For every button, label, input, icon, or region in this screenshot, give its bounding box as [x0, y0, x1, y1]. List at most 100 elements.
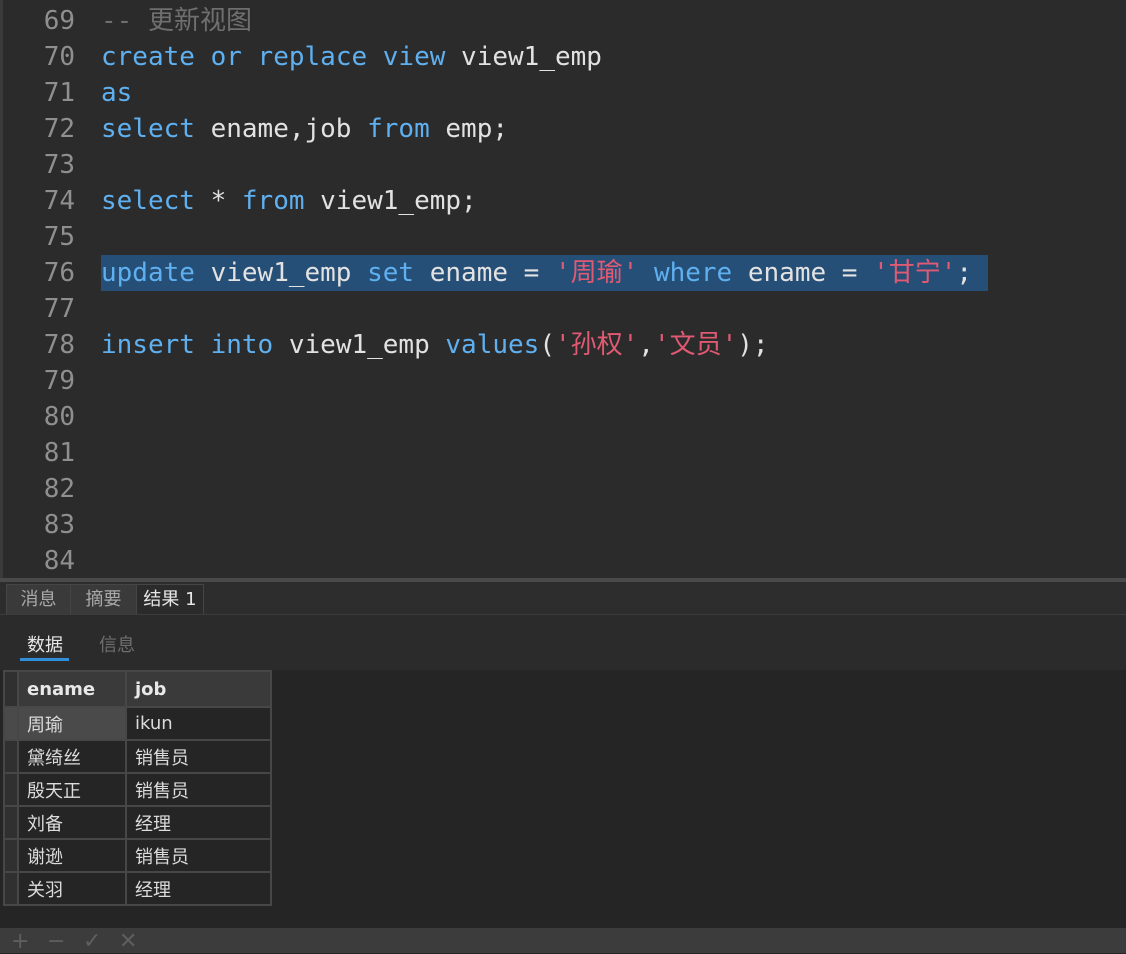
sql-editor[interactable]: 69 -- 更新视图 70 create or replace view view1_… — [0, 0, 1126, 578]
line-number: 70 — [43, 42, 75, 72]
row-header[interactable] — [3, 706, 19, 741]
cell-job[interactable]: 经理 — [125, 805, 272, 840]
row-header[interactable] — [3, 871, 19, 906]
code-text: insert into view1_emp values('孙权','文员'); — [101, 327, 769, 363]
line-number: 80 — [43, 402, 75, 432]
sql-keyword: as — [101, 78, 133, 108]
cell-job[interactable]: 经理 — [125, 871, 272, 906]
apply-changes-button[interactable]: ✓ — [83, 930, 101, 954]
tab-messages[interactable]: 消息 — [6, 584, 71, 614]
code-text: create or replace view view1_emp — [101, 39, 602, 75]
sql-keyword: where — [653, 258, 733, 288]
line-number: 69 — [43, 6, 75, 36]
code-line[interactable]: 73 — [3, 147, 1126, 183]
sql-keyword: or — [210, 42, 242, 72]
cell-ename[interactable]: 殷天正 — [17, 772, 127, 807]
cell-ename[interactable]: 关羽 — [17, 871, 127, 906]
line-number: 75 — [43, 222, 75, 252]
sql-keyword: select — [101, 114, 195, 144]
sql-token: , — [638, 330, 654, 360]
table-row[interactable]: 刘备 经理 — [3, 805, 272, 840]
code-line[interactable]: 77 — [3, 291, 1126, 327]
line-number: 81 — [43, 438, 75, 468]
code-line[interactable]: 72 select ename,job from emp; — [3, 111, 1126, 147]
code-line[interactable]: 80 — [3, 399, 1126, 435]
code-line[interactable]: 69 -- 更新视图 — [3, 3, 1126, 39]
result-subtabbar: 数据 信息 — [0, 615, 1126, 670]
code-line[interactable]: 81 — [3, 435, 1126, 471]
table-row[interactable]: 谢逊 销售员 — [3, 838, 272, 873]
row-header[interactable] — [3, 772, 19, 807]
sql-string: '孙权' — [554, 330, 639, 360]
sql-keyword: create — [101, 42, 195, 72]
sql-keyword: set — [367, 258, 415, 288]
table-row[interactable]: 关羽 经理 — [3, 871, 272, 906]
sql-token: ); — [737, 330, 769, 360]
cell-ename[interactable]: 谢逊 — [17, 838, 127, 873]
cell-job[interactable]: 销售员 — [125, 739, 272, 774]
subtab-info[interactable]: 信息 — [99, 631, 135, 657]
cell-job[interactable]: 销售员 — [125, 772, 272, 807]
tab-summary[interactable]: 摘要 — [70, 584, 137, 614]
sql-keyword: into — [210, 330, 274, 360]
column-header-ename[interactable]: ename — [17, 670, 127, 708]
sql-string: '文员' — [653, 330, 738, 360]
row-header[interactable] — [3, 739, 19, 774]
add-record-button[interactable]: + — [11, 930, 29, 954]
row-header[interactable] — [3, 805, 19, 840]
cell-ename[interactable]: 黛绮丝 — [17, 739, 127, 774]
delete-record-button[interactable]: − — [47, 930, 65, 954]
table-row[interactable]: 黛绮丝 销售员 — [3, 739, 272, 774]
code-line[interactable]: 78 insert into view1_emp values('孙权','文员'… — [3, 327, 1126, 363]
sql-token: view1_emp — [273, 330, 446, 360]
code-line[interactable]: 84 — [3, 543, 1126, 578]
code-line[interactable]: 75 — [3, 219, 1126, 255]
sql-keyword: from — [367, 114, 430, 144]
sql-token: ; — [956, 258, 973, 288]
cell-ename[interactable]: 周瑜 — [17, 706, 127, 741]
selected-code-text: update view1_emp set ename = '周瑜' where … — [101, 255, 989, 291]
sql-token: ename = — [414, 258, 555, 288]
line-number: 77 — [43, 294, 75, 324]
code-line[interactable]: 70 create or replace view view1_emp — [3, 39, 1126, 75]
line-number: 74 — [43, 186, 75, 216]
active-subtab-indicator — [20, 658, 69, 661]
code-text: as — [101, 75, 132, 111]
code-text: select * from view1_emp; — [101, 183, 477, 219]
code-line[interactable]: 83 — [3, 507, 1126, 543]
column-header-job[interactable]: job — [125, 670, 272, 708]
sql-token: emp; — [429, 114, 509, 144]
tab-result-1[interactable]: 结果 1 — [136, 584, 204, 614]
discard-changes-button[interactable]: ✕ — [119, 930, 137, 954]
code-line[interactable]: 82 — [3, 471, 1126, 507]
table-row[interactable]: 周瑜 ikun — [3, 706, 272, 741]
code-line[interactable]: 79 — [3, 363, 1126, 399]
result-tabbar: 消息 摘要 结果 1 — [0, 582, 1126, 615]
cell-job[interactable]: 销售员 — [125, 838, 272, 873]
subtab-data[interactable]: 数据 — [27, 631, 63, 657]
code-line[interactable]: 76 update view1_emp set ename = '周瑜' wher… — [3, 255, 1126, 291]
sql-keyword: insert — [101, 330, 195, 360]
line-number: 71 — [43, 78, 75, 108]
line-number: 82 — [43, 474, 75, 504]
sql-keyword: view — [382, 42, 446, 72]
row-header[interactable] — [3, 838, 19, 873]
row-header-corner[interactable] — [3, 670, 19, 708]
sql-keyword: update — [101, 258, 195, 288]
sql-string: '周瑜' — [554, 258, 639, 288]
line-number: 78 — [43, 330, 75, 360]
sql-keyword: from — [241, 186, 305, 216]
cell-job[interactable]: ikun — [125, 706, 272, 741]
table-row[interactable]: 殷天正 销售员 — [3, 772, 272, 807]
code-line[interactable]: 71 as — [3, 75, 1126, 111]
sql-keyword: select — [101, 186, 195, 216]
sql-token: * — [194, 186, 242, 216]
sql-token: view1_emp; — [304, 186, 477, 216]
line-number: 79 — [43, 366, 75, 396]
grid-toolbar: + − ✓ ✕ — [0, 928, 1126, 954]
cell-ename[interactable]: 刘备 — [17, 805, 127, 840]
code-line[interactable]: 74 select * from view1_emp; — [3, 183, 1126, 219]
